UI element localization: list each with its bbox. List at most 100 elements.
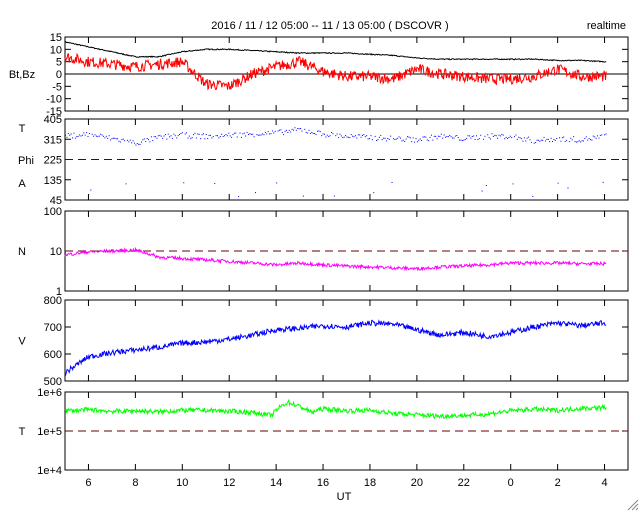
data-point — [345, 135, 347, 137]
data-point — [554, 139, 556, 141]
data-point — [559, 137, 561, 139]
data-point — [277, 130, 279, 132]
series-Phi — [65, 127, 607, 198]
data-point — [471, 136, 473, 138]
data-point — [167, 133, 169, 135]
data-point — [405, 138, 407, 140]
solar-wind-chart: 2016 / 11 / 12 05:00 -- 11 / 13 05:00 ( … — [9, 20, 639, 511]
data-point — [83, 132, 85, 134]
data-point — [501, 133, 503, 135]
data-point — [69, 134, 71, 136]
data-point — [221, 133, 223, 135]
data-point — [342, 137, 344, 139]
data-point — [581, 140, 583, 142]
y-tick-label: 700 — [44, 322, 62, 334]
data-point — [532, 196, 534, 198]
data-point — [257, 134, 259, 136]
data-point — [419, 138, 421, 140]
data-point — [578, 140, 580, 142]
data-point — [549, 141, 551, 143]
data-point — [255, 192, 257, 194]
data-point — [316, 130, 318, 132]
data-point — [145, 140, 147, 142]
data-point — [561, 137, 563, 139]
data-point — [443, 134, 445, 136]
data-point — [135, 144, 137, 146]
data-point — [183, 182, 185, 184]
data-point — [240, 136, 242, 138]
series-Bt-line — [64, 40, 607, 63]
data-point — [238, 196, 240, 198]
y-tick-label: 0 — [56, 69, 62, 81]
data-point — [529, 139, 531, 141]
data-point — [247, 133, 249, 135]
data-point — [284, 130, 286, 132]
data-point — [594, 136, 596, 138]
series-T-line — [64, 398, 607, 420]
data-point — [152, 140, 154, 142]
data-point — [497, 137, 499, 139]
data-point — [76, 136, 78, 138]
chart-title: 2016 / 11 / 12 05:00 -- 11 / 13 05:00 ( … — [211, 20, 448, 32]
data-point — [95, 135, 97, 137]
data-point — [287, 132, 289, 134]
data-point — [283, 134, 285, 136]
data-point — [174, 135, 176, 137]
data-point — [546, 138, 548, 140]
data-point — [309, 132, 311, 134]
data-point — [331, 132, 333, 134]
data-point — [570, 137, 572, 139]
resize-grip-icon[interactable] — [627, 499, 639, 511]
data-point — [404, 140, 406, 142]
data-point — [177, 135, 179, 137]
panel-speed: 800700600500V — [18, 295, 629, 388]
y-axis-label: Bt,Bz — [9, 69, 35, 81]
x-tick-label: 10 — [176, 477, 188, 489]
data-point — [124, 140, 126, 142]
data-point — [271, 130, 273, 132]
data-point — [449, 134, 451, 136]
data-point — [229, 135, 231, 137]
data-point — [537, 139, 539, 141]
data-point — [347, 136, 349, 138]
data-point — [571, 139, 573, 141]
data-point — [547, 138, 549, 140]
data-point — [146, 137, 148, 139]
data-point — [136, 142, 138, 144]
data-point — [329, 135, 331, 137]
data-point — [550, 137, 552, 139]
data-point — [384, 137, 386, 139]
data-point — [598, 137, 600, 139]
data-point — [66, 136, 68, 138]
data-point — [474, 138, 476, 140]
y-tick-label: 1e+6 — [37, 387, 62, 399]
y-tick-label: 5 — [56, 57, 62, 69]
data-point — [481, 190, 483, 192]
y-tick-label: 315 — [44, 134, 62, 146]
data-point — [506, 138, 508, 140]
x-tick-label: 6 — [85, 477, 91, 489]
data-point — [544, 140, 546, 142]
data-point — [166, 138, 168, 140]
data-point — [399, 137, 401, 139]
x-tick-label: 16 — [317, 477, 329, 489]
data-point — [212, 136, 214, 138]
data-point — [298, 128, 300, 130]
data-point — [224, 135, 226, 137]
y-tick-label: 1e+5 — [37, 426, 62, 438]
data-point — [236, 136, 238, 138]
data-point — [180, 133, 182, 135]
data-point — [521, 138, 523, 140]
data-point — [390, 135, 392, 137]
x-tick-label: 2 — [555, 477, 561, 489]
x-tick-label: 4 — [601, 477, 607, 489]
y-axis-label: A — [18, 178, 26, 190]
data-point — [232, 133, 234, 135]
data-point — [454, 135, 456, 137]
data-point — [150, 136, 152, 138]
data-point — [433, 135, 435, 137]
data-point — [411, 141, 413, 143]
data-point — [70, 133, 72, 135]
data-point — [252, 133, 254, 135]
data-point — [169, 136, 171, 138]
